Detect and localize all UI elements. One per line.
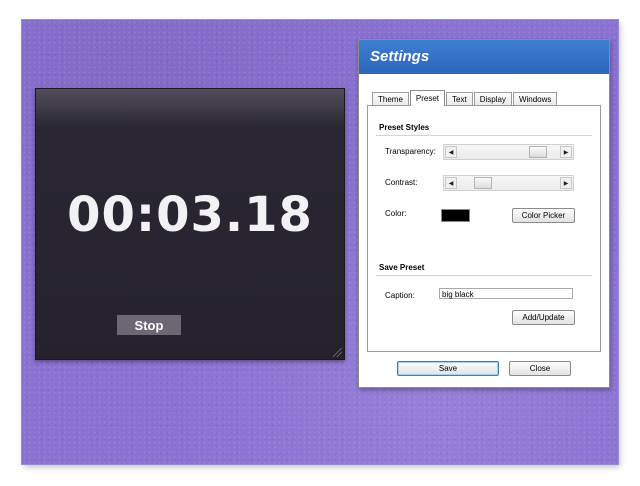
color-label: Color:	[385, 209, 407, 218]
dialog-title: Settings	[370, 48, 430, 65]
save-preset-heading: Save Preset	[379, 263, 425, 272]
tab-preset[interactable]: Preset	[409, 90, 446, 106]
elapsed-time: 00:03.18	[67, 187, 313, 243]
add-update-button[interactable]: Add/Update	[512, 310, 575, 325]
contrast-label: Contrast:	[385, 178, 418, 187]
save-button[interactable]: Save	[397, 361, 499, 376]
caption-label: Caption:	[385, 291, 415, 300]
contrast-slider[interactable]: ◀ ▶	[443, 175, 574, 191]
tab-display[interactable]: Display	[473, 92, 512, 106]
tab-strip: Theme Preset Text Display Windows	[372, 90, 558, 106]
transparency-label: Transparency:	[385, 147, 436, 156]
section-divider	[376, 275, 592, 276]
arrow-right-icon[interactable]: ▶	[560, 146, 572, 158]
stopwatch-window[interactable]: 00:03.18 Stop	[35, 88, 345, 360]
preset-styles-heading: Preset Styles	[379, 123, 430, 132]
tab-text[interactable]: Text	[446, 92, 473, 106]
tab-theme[interactable]: Theme	[372, 92, 409, 106]
dialog-titlebar[interactable]: Settings	[359, 40, 609, 74]
stop-button[interactable]: Stop	[117, 315, 181, 335]
arrow-left-icon[interactable]: ◀	[445, 177, 457, 189]
tab-windows[interactable]: Windows	[512, 92, 558, 106]
color-picker-button[interactable]: Color Picker	[512, 208, 575, 223]
arrow-left-icon[interactable]: ◀	[445, 146, 457, 158]
settings-dialog: Settings Theme Preset Text Display Windo…	[358, 39, 610, 388]
caption-input[interactable]: big black	[439, 288, 573, 299]
contrast-slider-thumb[interactable]	[474, 177, 492, 189]
section-divider	[376, 135, 592, 136]
transparency-slider[interactable]: ◀ ▶	[443, 144, 574, 160]
arrow-right-icon[interactable]: ▶	[560, 177, 572, 189]
close-button[interactable]: Close	[509, 361, 571, 376]
stopwatch-glare	[36, 89, 344, 127]
resize-grip-icon[interactable]	[333, 348, 342, 357]
transparency-slider-thumb[interactable]	[529, 146, 548, 158]
color-swatch[interactable]	[441, 209, 470, 222]
preset-tab-panel: Preset Styles Transparency: ◀ ▶ Contrast…	[367, 105, 601, 352]
